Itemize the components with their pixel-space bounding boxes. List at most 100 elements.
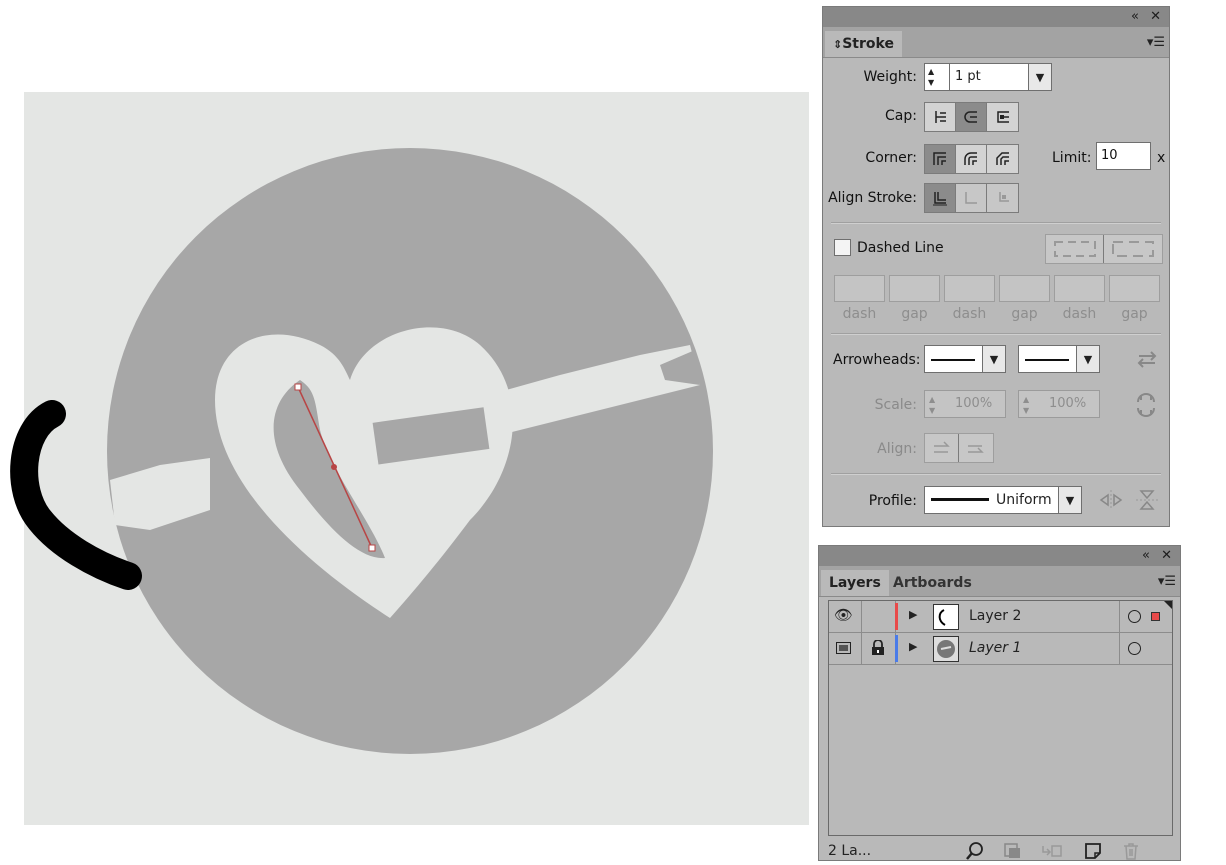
end-arrowhead-dropdown[interactable]: ▼ [1018,345,1100,373]
target-column-divider [1119,633,1120,664]
flip-across-icon[interactable] [1135,489,1159,511]
close-icon[interactable]: ✕ [1161,547,1172,565]
extend-arrow-button[interactable] [925,434,959,462]
panel-options-toggle-icon[interactable]: ⇕ [833,38,842,51]
layers-panel-titlebar[interactable]: « ✕ [819,546,1180,566]
layers-footer: 2 La... [819,840,1180,862]
dashed-line-checkbox[interactable] [834,239,851,256]
selection-indicator-icon[interactable] [1151,612,1160,621]
separator [831,473,1161,475]
swap-arrowheads-icon[interactable] [1136,349,1158,369]
layers-panel: « ✕ Layers Artboards ▾☰ 👁 ▶ Layer 2 ▶ La… [818,545,1181,861]
panel-menu-icon[interactable]: ▾☰ [1147,35,1165,50]
preserve-dash-button[interactable] [1046,235,1104,263]
weight-field[interactable]: ▲ ▼ 1 pt ▼ [924,63,1052,91]
new-sublayer-icon[interactable] [1041,842,1063,860]
tab-stroke[interactable]: ⇕Stroke [825,31,902,57]
arrowhead-line-icon [931,359,975,361]
weight-dropdown-button[interactable]: ▼ [1028,64,1051,90]
gap-2-input[interactable] [999,275,1050,302]
layers-tab-row: Layers Artboards ▾☰ [819,566,1180,597]
close-icon[interactable]: ✕ [1150,8,1161,26]
bevel-join-button[interactable] [987,145,1018,173]
chevron-down-icon: ▼ [1083,352,1093,366]
projecting-cap-button[interactable] [987,103,1018,131]
layer-row[interactable]: 👁 ▶ Layer 2 [829,601,1172,633]
chevron-down-icon: ▼ [1035,70,1045,84]
gap-2-label: gap [1011,306,1038,322]
dash-3-input[interactable] [1054,275,1105,302]
anchor-point-end[interactable] [368,544,376,552]
scale-label: Scale: [874,397,917,413]
expand-arrow-icon[interactable]: ▶ [909,640,917,653]
profile-value: Uniform [996,492,1052,508]
dashed-line-label: Dashed Line [857,240,944,256]
layer-name[interactable]: Layer 1 [969,640,1021,656]
dash-1-input[interactable] [834,275,885,302]
round-join-button[interactable] [956,145,987,173]
expand-arrow-icon[interactable]: ▶ [909,608,917,621]
end-scale-input[interactable]: ▲ ▼ 100% [1018,390,1100,418]
dash-2-input[interactable] [944,275,995,302]
stepper-icon[interactable]: ▲ ▼ [929,394,935,416]
artwork[interactable] [0,0,815,861]
layer-row[interactable]: ▶ Layer 1 [829,633,1172,665]
profile-line-icon [931,498,989,501]
end-arrowhead-dropdown-button[interactable]: ▼ [1076,346,1099,372]
place-arrow-button[interactable] [959,434,993,462]
template-layer-icon[interactable] [836,642,851,654]
align-dash-corners-button[interactable] [1104,235,1162,263]
tab-artboards[interactable]: Artboards [885,570,980,596]
chevron-down-icon: ▼ [1065,493,1075,507]
miter-join-button[interactable] [925,145,956,173]
flip-along-icon[interactable] [1099,489,1123,511]
lock-toggle-cell[interactable] [861,601,896,632]
align-inside-button[interactable] [956,184,987,212]
start-arrowhead-dropdown[interactable]: ▼ [924,345,1006,373]
start-arrowhead-dropdown-button[interactable]: ▼ [982,346,1005,372]
target-circle-icon[interactable] [1128,642,1141,655]
gap-1-input[interactable] [889,275,940,302]
butt-cap-button[interactable] [925,103,956,131]
round-cap-button[interactable] [956,103,987,131]
arrow-align-buttons [924,433,994,463]
profile-dropdown[interactable]: Uniform ▼ [924,486,1082,514]
make-clipping-mask-icon[interactable] [1003,842,1023,860]
anchor-point-start[interactable] [294,383,302,391]
dash-1-label: dash [842,306,877,322]
trash-icon[interactable] [1121,841,1141,861]
dash-2-label: dash [952,306,987,322]
gap-3-input[interactable] [1109,275,1160,302]
gap-3-label: gap [1121,306,1148,322]
panel-menu-icon[interactable]: ▾☰ [1158,574,1176,589]
layer-color-swatch [895,635,898,662]
round-join-icon [964,152,977,165]
tab-layers[interactable]: Layers [821,570,889,596]
collapse-panel-icon[interactable]: « [1131,8,1139,26]
start-scale-input[interactable]: ▲ ▼ 100% [924,390,1006,418]
collapse-panel-icon[interactable]: « [1142,547,1150,565]
profile-dropdown-button[interactable]: ▼ [1058,487,1081,513]
align-center-button[interactable] [925,184,956,212]
align-label: Align: [877,441,917,457]
link-scale-icon[interactable] [1135,393,1157,417]
bevel-join-icon [995,152,1009,165]
align-outside-button[interactable] [987,184,1018,212]
weight-value[interactable]: 1 pt [955,69,981,84]
artboard-canvas[interactable] [0,0,815,861]
limit-unit: x [1157,150,1166,166]
limit-input[interactable]: 10 [1096,142,1151,170]
extend-arrow-icon [933,441,950,453]
stroke-panel-titlebar[interactable]: « ✕ [823,7,1169,27]
dash-alignment-buttons [1045,234,1163,264]
eye-icon[interactable]: 👁 [834,606,853,624]
weight-stepper-icon[interactable]: ▲ ▼ [928,66,934,88]
end-scale-value: 100% [1049,396,1087,411]
new-layer-icon[interactable] [1083,841,1103,861]
lock-icon[interactable] [871,640,885,656]
target-circle-icon[interactable] [1128,610,1141,623]
locate-object-icon[interactable] [965,841,985,861]
stepper-icon[interactable]: ▲ ▼ [1023,394,1029,416]
layer-name[interactable]: Layer 2 [969,608,1021,624]
arrowhead-line-icon [1025,359,1069,361]
